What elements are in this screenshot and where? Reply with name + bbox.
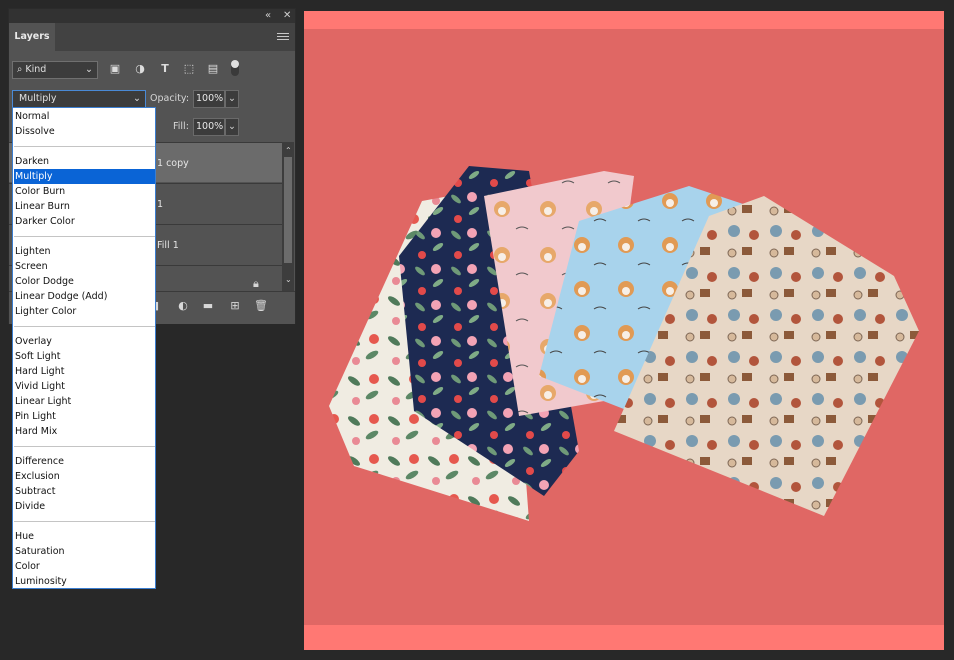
filter-kind-label: Kind (25, 64, 47, 75)
menu-separator (14, 326, 155, 327)
scroll-down-icon[interactable]: ⌄ (285, 275, 292, 284)
menu-item-screen[interactable]: Screen (14, 259, 155, 274)
new-layer-icon[interactable]: ⊞ (228, 299, 242, 313)
layer-name: 1 (157, 199, 164, 210)
menu-item-linear-burn[interactable]: Linear Burn (14, 199, 155, 214)
chevron-down-icon[interactable]: ⌄ (225, 90, 239, 108)
new-group-folder-icon[interactable]: ▬ (201, 299, 215, 313)
menu-item-exclusion[interactable]: Exclusion (14, 469, 155, 484)
menu-item-linear-dodge[interactable]: Linear Dodge (Add) (14, 289, 155, 304)
smart-object-filter-icon[interactable]: ▤ (206, 62, 220, 76)
filter-toggle[interactable] (231, 60, 239, 76)
menu-item-subtract[interactable]: Subtract (14, 484, 155, 499)
panel-title-bar (9, 9, 295, 23)
blend-mode-dropdown: Normal Dissolve Darken Multiply Color Bu… (12, 107, 156, 589)
fill-label: Fill: (173, 121, 189, 132)
menu-item-lighter-color[interactable]: Lighter Color (14, 304, 155, 319)
menu-item-dissolve[interactable]: Dissolve (14, 124, 155, 139)
menu-separator (14, 521, 155, 522)
layer-name: 1 copy (157, 158, 189, 169)
menu-separator (14, 236, 155, 237)
chevron-down-icon[interactable]: ⌄ (225, 118, 239, 136)
pouches-photo (329, 166, 919, 521)
menu-item-saturation[interactable]: Saturation (14, 544, 155, 559)
menu-separator (14, 446, 155, 447)
search-icon: ⌕ (17, 64, 23, 75)
adjustment-layer-icon[interactable]: ◐ (176, 299, 190, 313)
menu-item-darken[interactable]: Darken (14, 154, 155, 169)
shape-layer-filter-icon[interactable]: ⬚ (182, 62, 196, 76)
menu-item-hard-light[interactable]: Hard Light (14, 364, 155, 379)
menu-item-linear-light[interactable]: Linear Light (14, 394, 155, 409)
collapse-icon[interactable]: « (265, 10, 271, 22)
menu-item-color[interactable]: Color (14, 559, 155, 574)
opacity-field[interactable]: 100% (193, 90, 225, 108)
layer-name: Fill 1 (157, 240, 179, 251)
filter-kind-select[interactable]: ⌕ Kind ⌄ (12, 61, 98, 79)
menu-item-overlay[interactable]: Overlay (14, 334, 155, 349)
menu-item-color-burn[interactable]: Color Burn (14, 184, 155, 199)
close-icon[interactable]: ✕ (283, 10, 291, 22)
menu-item-multiply[interactable]: Multiply (14, 169, 155, 184)
chevron-down-icon: ⌄ (85, 64, 93, 75)
opacity-label: Opacity: (150, 93, 190, 104)
fill-field[interactable]: 100% (193, 118, 225, 136)
pixel-layer-filter-icon[interactable]: ▣ (108, 62, 122, 76)
canvas-bottom-band (304, 625, 944, 650)
menu-item-difference[interactable]: Difference (14, 454, 155, 469)
chevron-down-icon: ⌄ (133, 93, 141, 104)
menu-item-hue[interactable]: Hue (14, 529, 155, 544)
menu-item-soft-light[interactable]: Soft Light (14, 349, 155, 364)
scroll-up-icon[interactable]: ⌃ (285, 146, 292, 155)
adjustment-layer-filter-icon[interactable]: ◑ (133, 62, 147, 76)
trash-icon[interactable]: 🗑︎ (254, 299, 268, 313)
lock-icon: 🔒︎ (253, 277, 259, 290)
menu-item-pin-light[interactable]: Pin Light (14, 409, 155, 424)
blend-mode-value: Multiply (19, 93, 57, 104)
menu-item-divide[interactable]: Divide (14, 499, 155, 514)
menu-item-normal[interactable]: Normal (14, 109, 155, 124)
type-layer-filter-icon[interactable]: T (158, 62, 172, 76)
panel-menu-icon[interactable] (277, 31, 289, 42)
menu-item-luminosity[interactable]: Luminosity (14, 574, 155, 589)
scrollbar-thumb[interactable] (284, 157, 292, 263)
menu-item-hard-mix[interactable]: Hard Mix (14, 424, 155, 439)
menu-item-darker-color[interactable]: Darker Color (14, 214, 155, 229)
menu-item-vivid-light[interactable]: Vivid Light (14, 379, 155, 394)
blend-mode-select[interactable]: Multiply ⌄ (12, 90, 146, 108)
menu-item-lighten[interactable]: Lighten (14, 244, 155, 259)
menu-item-color-dodge[interactable]: Color Dodge (14, 274, 155, 289)
menu-separator (14, 146, 155, 147)
tab-layers[interactable]: Layers (9, 23, 55, 51)
